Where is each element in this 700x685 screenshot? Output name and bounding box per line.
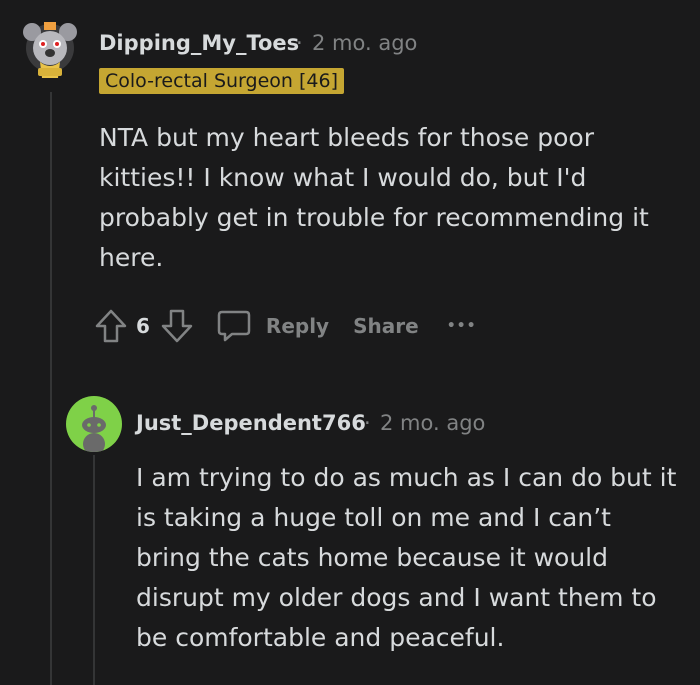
share-button[interactable]: Share: [353, 314, 419, 338]
reply-body-text: I am trying to do as much as I can do bu…: [136, 463, 677, 652]
upvote-button[interactable]: [94, 308, 128, 344]
comment-bubble-icon: [217, 310, 251, 342]
user-avatar[interactable]: [22, 18, 78, 90]
reply-label: Reply: [265, 314, 330, 338]
comment-body-text: NTA but my heart bleeds for those poor k…: [99, 123, 649, 272]
koala-avatar-icon: [23, 22, 77, 78]
more-options-icon: •••: [446, 318, 477, 334]
reply-body: I am trying to do as much as I can do bu…: [136, 458, 681, 658]
reply-button[interactable]: Reply: [216, 308, 329, 344]
more-options-button[interactable]: •••: [447, 318, 477, 334]
reply-username[interactable]: Just_Dependent766: [136, 411, 366, 435]
reply-user-avatar[interactable]: [66, 396, 122, 452]
reply-timestamp[interactable]: 2 mo. ago: [380, 411, 485, 435]
downvote-button[interactable]: [160, 308, 194, 344]
comment-actions: 6 Reply Share •••: [94, 305, 477, 347]
comment-timestamp[interactable]: 2 mo. ago: [312, 31, 417, 55]
comment-separator: ·: [296, 31, 303, 55]
share-label: Share: [353, 314, 419, 338]
vote-count: 6: [136, 314, 150, 338]
comment-body: NTA but my heart bleeds for those poor k…: [99, 118, 689, 278]
reply-separator: ·: [364, 411, 371, 435]
thread-line[interactable]: [50, 92, 52, 685]
reply-thread-line[interactable]: [93, 455, 95, 685]
upvote-arrow-icon: [95, 309, 127, 343]
downvote-arrow-icon: [161, 309, 193, 343]
comment-username[interactable]: Dipping_My_Toes: [99, 31, 299, 55]
user-flair: Colo-rectal Surgeon [46]: [99, 68, 344, 94]
default-snoo-avatar-icon: [82, 405, 106, 452]
